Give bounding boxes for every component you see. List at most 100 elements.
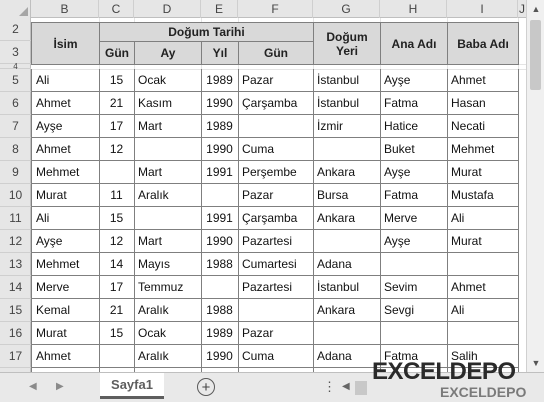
row-header-15[interactable]: 15 [0, 299, 31, 322]
table-cell[interactable]: 15 [99, 322, 135, 345]
table-cell[interactable]: Mehmet [31, 253, 100, 276]
add-sheet-icon[interactable]: + [197, 378, 215, 396]
table-cell[interactable]: 1990 [201, 230, 239, 253]
table-cell[interactable]: Kemal [31, 299, 100, 322]
table-cell[interactable]: Ahmet [31, 92, 100, 115]
header-isim[interactable]: İsim [31, 22, 100, 65]
row-header-10[interactable]: 10 [0, 184, 31, 207]
table-cell[interactable]: Mart [134, 115, 202, 138]
table-cell[interactable]: Ayşe [380, 161, 448, 184]
prev-sheet-icon[interactable]: ◀ [29, 381, 37, 392]
table-cell[interactable]: 1989 [201, 69, 239, 92]
table-cell[interactable]: Buket [380, 138, 448, 161]
table-cell[interactable]: Ahmet [447, 276, 519, 299]
table-cell[interactable]: Ahmet [31, 138, 100, 161]
vertical-scrollbar[interactable]: ▲ ▼ [526, 0, 544, 372]
table-cell[interactable]: Ayşe [31, 115, 100, 138]
table-cell[interactable]: Ali [31, 207, 100, 230]
table-cell[interactable]: Murat [447, 161, 519, 184]
table-cell[interactable]: Hatice [380, 115, 448, 138]
scroll-up-icon[interactable]: ▲ [527, 0, 544, 18]
table-cell[interactable] [134, 207, 202, 230]
table-cell[interactable]: Ankara [313, 161, 381, 184]
table-cell[interactable]: Merve [31, 276, 100, 299]
column-header-e[interactable]: E [201, 0, 238, 18]
table-cell[interactable]: 1988 [201, 253, 239, 276]
table-cell[interactable] [380, 322, 448, 345]
column-header-i[interactable]: I [447, 0, 518, 18]
row-header-16[interactable]: 16 [0, 322, 31, 345]
table-cell[interactable]: Ahmet [447, 69, 519, 92]
table-cell[interactable]: Necati [447, 115, 519, 138]
table-cell[interactable]: Pazar [238, 184, 314, 207]
table-cell[interactable]: 1988 [201, 299, 239, 322]
row-header-11[interactable]: 11 [0, 207, 31, 230]
table-cell[interactable]: Mart [134, 161, 202, 184]
table-cell[interactable]: 17 [99, 276, 135, 299]
table-cell[interactable]: Mayıs [134, 253, 202, 276]
table-cell[interactable]: Pazar [238, 69, 314, 92]
table-cell[interactable]: Salih [447, 345, 519, 368]
table-cell[interactable] [99, 345, 135, 368]
table-cell[interactable] [238, 115, 314, 138]
table-cell[interactable]: Ayşe [380, 69, 448, 92]
table-cell[interactable]: İstanbul [313, 276, 381, 299]
table-cell[interactable]: 14 [99, 253, 135, 276]
table-cell[interactable]: Temmuz [134, 276, 202, 299]
row-header-7[interactable]: 7 [0, 115, 31, 138]
column-header-d[interactable]: D [134, 0, 201, 18]
table-cell[interactable]: Ocak [134, 322, 202, 345]
table-cell[interactable]: 1991 [201, 207, 239, 230]
table-cell[interactable]: Fatma [380, 92, 448, 115]
table-cell[interactable] [447, 253, 519, 276]
table-cell[interactable] [238, 299, 314, 322]
cell-area[interactable]: İsim Doğum Tarihi Gün Ay Yıl Gün Doğum Y… [31, 18, 526, 372]
row-header-17[interactable]: 17 [0, 345, 31, 368]
table-cell[interactable]: İzmir [313, 115, 381, 138]
table-cell[interactable] [313, 230, 381, 253]
header-ana-adi[interactable]: Ana Adı [380, 22, 448, 65]
table-cell[interactable]: Mart [134, 230, 202, 253]
tab-split-handle-icon[interactable]: ⋮ [323, 379, 336, 395]
table-cell[interactable]: 17 [99, 115, 135, 138]
table-cell[interactable]: Cuma [238, 345, 314, 368]
column-header-b[interactable]: B [31, 0, 99, 18]
table-cell[interactable]: Murat [31, 184, 100, 207]
table-cell[interactable]: Sevgi [380, 299, 448, 322]
table-cell[interactable]: 1989 [201, 115, 239, 138]
table-cell[interactable]: Murat [447, 230, 519, 253]
table-cell[interactable]: Ankara [313, 207, 381, 230]
scroll-left-icon[interactable]: ◀ [342, 381, 350, 392]
table-cell[interactable]: 12 [99, 230, 135, 253]
table-cell[interactable]: 12 [99, 138, 135, 161]
header-gun-adi[interactable]: Gün [238, 41, 314, 65]
table-cell[interactable]: 1991 [201, 161, 239, 184]
table-cell[interactable]: 11 [99, 184, 135, 207]
table-cell[interactable]: Adana [313, 253, 381, 276]
table-cell[interactable] [313, 322, 381, 345]
scroll-down-icon[interactable]: ▼ [527, 354, 544, 372]
table-cell[interactable]: Pazartesi [238, 276, 314, 299]
table-cell[interactable]: İstanbul [313, 69, 381, 92]
row-header-5[interactable]: 5 [0, 69, 31, 92]
table-cell[interactable] [201, 184, 239, 207]
table-cell[interactable] [134, 138, 202, 161]
table-cell[interactable]: Ayşe [380, 230, 448, 253]
column-header-j[interactable]: J [518, 0, 526, 18]
table-cell[interactable]: 1989 [201, 322, 239, 345]
column-header-c[interactable]: C [99, 0, 134, 18]
select-all-button[interactable] [0, 0, 31, 18]
table-cell[interactable]: Ali [447, 299, 519, 322]
table-cell[interactable]: Cumartesi [238, 253, 314, 276]
table-cell[interactable]: 1990 [201, 138, 239, 161]
table-cell[interactable] [201, 276, 239, 299]
table-cell[interactable]: 1990 [201, 92, 239, 115]
scroll-thumb[interactable] [530, 20, 541, 90]
row-header-8[interactable]: 8 [0, 138, 31, 161]
table-cell[interactable]: Bursa [313, 184, 381, 207]
header-baba-adi[interactable]: Baba Adı [447, 22, 519, 65]
header-dogum-tarihi[interactable]: Doğum Tarihi [99, 22, 314, 42]
table-cell[interactable]: Ali [447, 207, 519, 230]
row-header-6[interactable]: 6 [0, 92, 31, 115]
table-cell[interactable] [447, 322, 519, 345]
